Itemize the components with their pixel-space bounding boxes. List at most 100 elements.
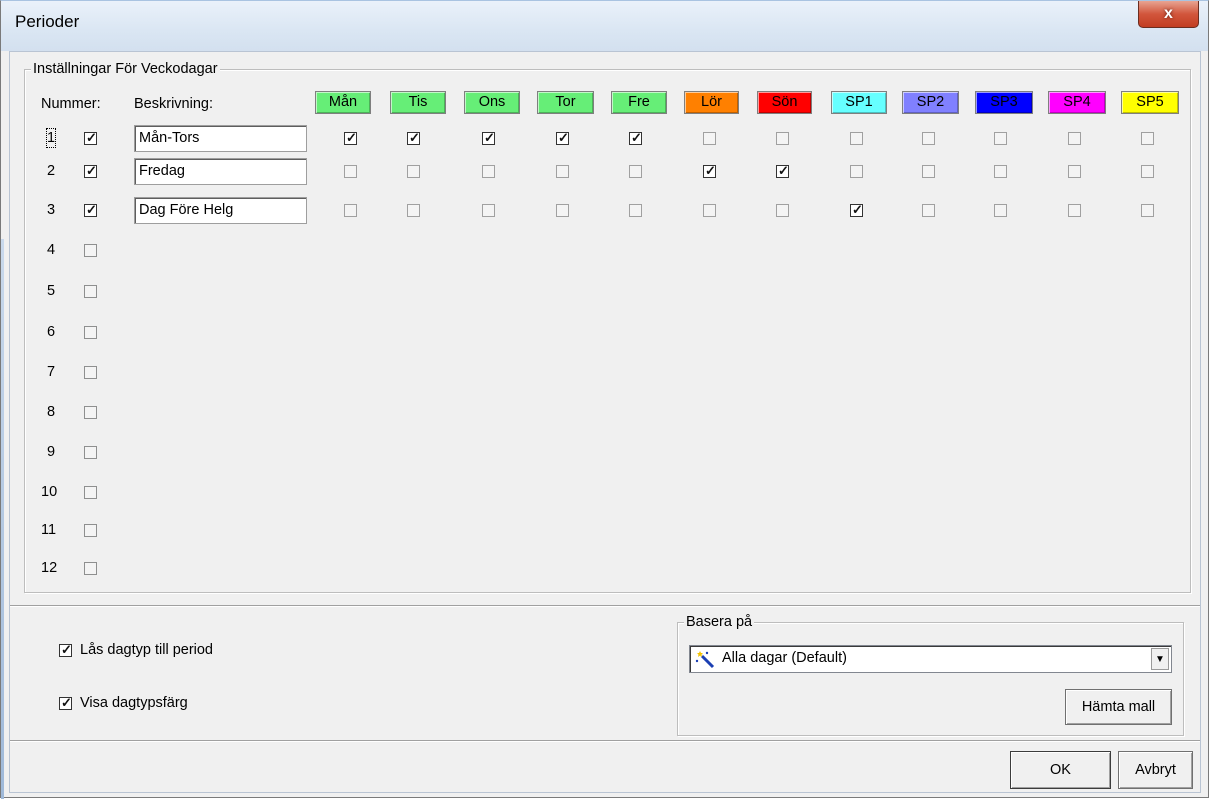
period-day-checkbox[interactable]: ✓ bbox=[556, 130, 569, 145]
period-day-checkbox[interactable] bbox=[407, 165, 420, 178]
period-number: 8 bbox=[47, 404, 56, 420]
period-enabled-checkbox[interactable]: ✓ bbox=[84, 130, 97, 145]
base-on-label: Basera på bbox=[684, 613, 755, 631]
period-day-checkbox[interactable]: ✓ bbox=[703, 163, 716, 178]
day-button-ons[interactable]: Ons bbox=[464, 91, 520, 114]
separator-bottom bbox=[10, 740, 1200, 742]
day-button-lör[interactable]: Lör bbox=[684, 91, 739, 114]
period-enabled-checkbox[interactable] bbox=[84, 562, 97, 575]
day-button-sp5[interactable]: SP5 bbox=[1121, 91, 1179, 114]
period-day-checkbox[interactable] bbox=[556, 204, 569, 217]
period-number: 3 bbox=[47, 202, 56, 218]
period-day-checkbox[interactable] bbox=[776, 204, 789, 217]
period-enabled-checkbox[interactable] bbox=[84, 446, 97, 459]
period-enabled-checkbox[interactable]: ✓ bbox=[84, 202, 97, 217]
day-button-mån[interactable]: Mån bbox=[315, 91, 371, 114]
period-day-checkbox[interactable] bbox=[994, 204, 1007, 217]
period-day-checkbox[interactable] bbox=[850, 165, 863, 178]
window-title: Perioder bbox=[15, 12, 80, 31]
period-day-checkbox[interactable]: ✓ bbox=[776, 163, 789, 178]
day-button-sön[interactable]: Sön bbox=[757, 91, 812, 114]
period-day-checkbox[interactable] bbox=[482, 165, 495, 178]
number-header: Nummer: bbox=[41, 96, 101, 112]
period-day-checkbox[interactable] bbox=[850, 132, 863, 145]
period-day-checkbox[interactable] bbox=[1141, 132, 1154, 145]
period-enabled-checkbox[interactable] bbox=[84, 406, 97, 419]
period-enabled-checkbox[interactable] bbox=[84, 524, 97, 537]
day-button-sp2[interactable]: SP2 bbox=[902, 91, 959, 114]
period-description-input[interactable]: Dag Före Helg bbox=[134, 197, 307, 224]
period-day-checkbox[interactable]: ✓ bbox=[482, 130, 495, 145]
chevron-down-icon[interactable]: ▼ bbox=[1151, 648, 1169, 670]
period-enabled-checkbox[interactable] bbox=[84, 326, 97, 339]
lock-daytype-label: Lås dagtyp till period bbox=[80, 642, 213, 658]
period-description-input[interactable]: Fredag bbox=[134, 158, 307, 185]
fetch-template-button[interactable]: Hämta mall bbox=[1065, 689, 1172, 725]
close-button[interactable]: x bbox=[1138, 1, 1199, 28]
day-button-sp3[interactable]: SP3 bbox=[975, 91, 1033, 114]
period-day-checkbox[interactable] bbox=[703, 204, 716, 217]
period-enabled-checkbox[interactable] bbox=[84, 366, 97, 379]
period-day-checkbox[interactable] bbox=[629, 165, 642, 178]
ok-button[interactable]: OK bbox=[1010, 751, 1111, 789]
period-enabled-checkbox[interactable] bbox=[84, 486, 97, 499]
show-daytype-color-checkbox[interactable]: ✓ bbox=[59, 695, 72, 710]
period-enabled-checkbox[interactable] bbox=[84, 285, 97, 298]
period-description-input[interactable]: Mån-Tors bbox=[134, 125, 307, 152]
period-day-checkbox[interactable] bbox=[344, 204, 357, 217]
day-button-tor[interactable]: Tor bbox=[537, 91, 594, 114]
period-day-checkbox[interactable] bbox=[407, 204, 420, 217]
period-day-checkbox[interactable] bbox=[922, 204, 935, 217]
period-day-checkbox[interactable] bbox=[1141, 165, 1154, 178]
day-button-sp4[interactable]: SP4 bbox=[1048, 91, 1106, 114]
period-enabled-checkbox[interactable]: ✓ bbox=[84, 163, 97, 178]
period-day-checkbox[interactable] bbox=[1068, 204, 1081, 217]
period-number: 5 bbox=[47, 283, 56, 299]
magic-wand-icon bbox=[695, 651, 715, 669]
period-number: 12 bbox=[41, 560, 58, 576]
period-day-checkbox[interactable]: ✓ bbox=[344, 130, 357, 145]
description-header: Beskrivning: bbox=[134, 96, 213, 112]
weekday-group-label: Inställningar För Veckodagar bbox=[31, 60, 220, 78]
period-number: 9 bbox=[47, 444, 56, 460]
cancel-label: Avbryt bbox=[1135, 762, 1176, 778]
fetch-template-label: Hämta mall bbox=[1081, 699, 1156, 715]
day-button-sp1[interactable]: SP1 bbox=[831, 91, 887, 114]
title-bar: Perioder x bbox=[1, 1, 1208, 51]
period-day-checkbox[interactable]: ✓ bbox=[407, 130, 420, 145]
template-select[interactable]: Alla dagar (Default) ▼ bbox=[689, 645, 1172, 673]
period-day-checkbox[interactable] bbox=[703, 132, 716, 145]
period-number: 10 bbox=[41, 484, 58, 500]
ok-label: OK bbox=[1050, 762, 1071, 778]
period-number: 2 bbox=[47, 163, 56, 179]
period-day-checkbox[interactable] bbox=[629, 204, 642, 217]
dialog-client: Inställningar För Veckodagar Nummer: Bes… bbox=[9, 51, 1201, 793]
window-frame-edge bbox=[1, 239, 4, 799]
cancel-button[interactable]: Avbryt bbox=[1118, 751, 1193, 789]
period-day-checkbox[interactable]: ✓ bbox=[850, 202, 863, 217]
period-day-checkbox[interactable] bbox=[776, 132, 789, 145]
period-day-checkbox[interactable] bbox=[1068, 132, 1081, 145]
period-day-checkbox[interactable] bbox=[344, 165, 357, 178]
period-day-checkbox[interactable] bbox=[994, 132, 1007, 145]
show-daytype-color-label: Visa dagtypsfärg bbox=[80, 695, 188, 711]
day-button-tis[interactable]: Tis bbox=[390, 91, 446, 114]
period-number: 7 bbox=[47, 364, 56, 380]
perioder-dialog: Perioder x Inställningar För Veckodagar … bbox=[0, 0, 1209, 799]
period-day-checkbox[interactable] bbox=[1068, 165, 1081, 178]
period-day-checkbox[interactable] bbox=[1141, 204, 1154, 217]
period-day-checkbox[interactable] bbox=[482, 204, 495, 217]
period-day-checkbox[interactable] bbox=[556, 165, 569, 178]
period-number: 11 bbox=[41, 522, 57, 538]
template-select-value: Alla dagar (Default) bbox=[722, 650, 847, 666]
period-number: 6 bbox=[47, 324, 56, 340]
period-day-checkbox[interactable] bbox=[922, 165, 935, 178]
period-day-checkbox[interactable]: ✓ bbox=[629, 130, 642, 145]
period-day-checkbox[interactable] bbox=[922, 132, 935, 145]
close-icon: x bbox=[1164, 5, 1173, 22]
separator-top bbox=[10, 605, 1200, 607]
lock-daytype-checkbox[interactable]: ✓ bbox=[59, 642, 72, 657]
period-enabled-checkbox[interactable] bbox=[84, 244, 97, 257]
period-day-checkbox[interactable] bbox=[994, 165, 1007, 178]
day-button-fre[interactable]: Fre bbox=[611, 91, 667, 114]
